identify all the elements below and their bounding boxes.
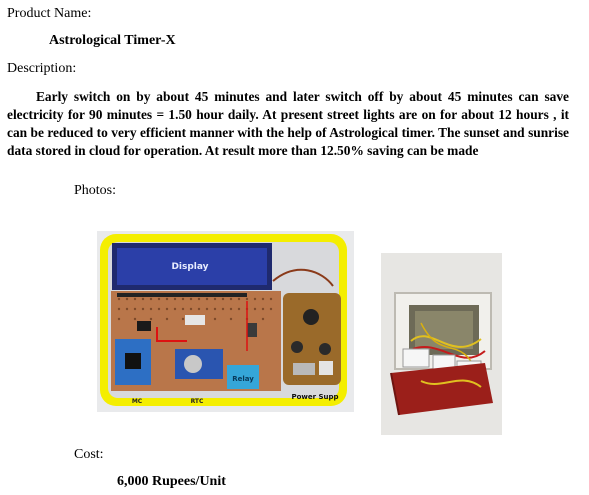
- enclosure-image: [381, 253, 502, 435]
- cost-value: 6,000 Rupees/Unit: [117, 474, 226, 489]
- photos-label: Photos:: [74, 183, 117, 198]
- power-supply-text: Power Supp: [291, 393, 338, 401]
- enclosure-photo: [381, 253, 502, 435]
- relay-text: Relay: [232, 375, 254, 383]
- description-body: Early switch on by about 45 minutes and …: [7, 89, 569, 158]
- description-label: Description:: [7, 61, 77, 76]
- rtc-text: RTC: [191, 398, 204, 405]
- circuit-board-photo: Display Relay MC RTC Power Supp: [97, 231, 354, 412]
- product-name-label: Product Name:: [7, 6, 92, 21]
- product-name-value: Astrological Timer-X: [49, 33, 176, 48]
- mc-text: MC: [132, 398, 143, 405]
- cost-label: Cost:: [74, 447, 104, 462]
- display-text: Display: [171, 262, 208, 272]
- circuit-board-image: Display Relay MC RTC Power Supp: [97, 231, 354, 412]
